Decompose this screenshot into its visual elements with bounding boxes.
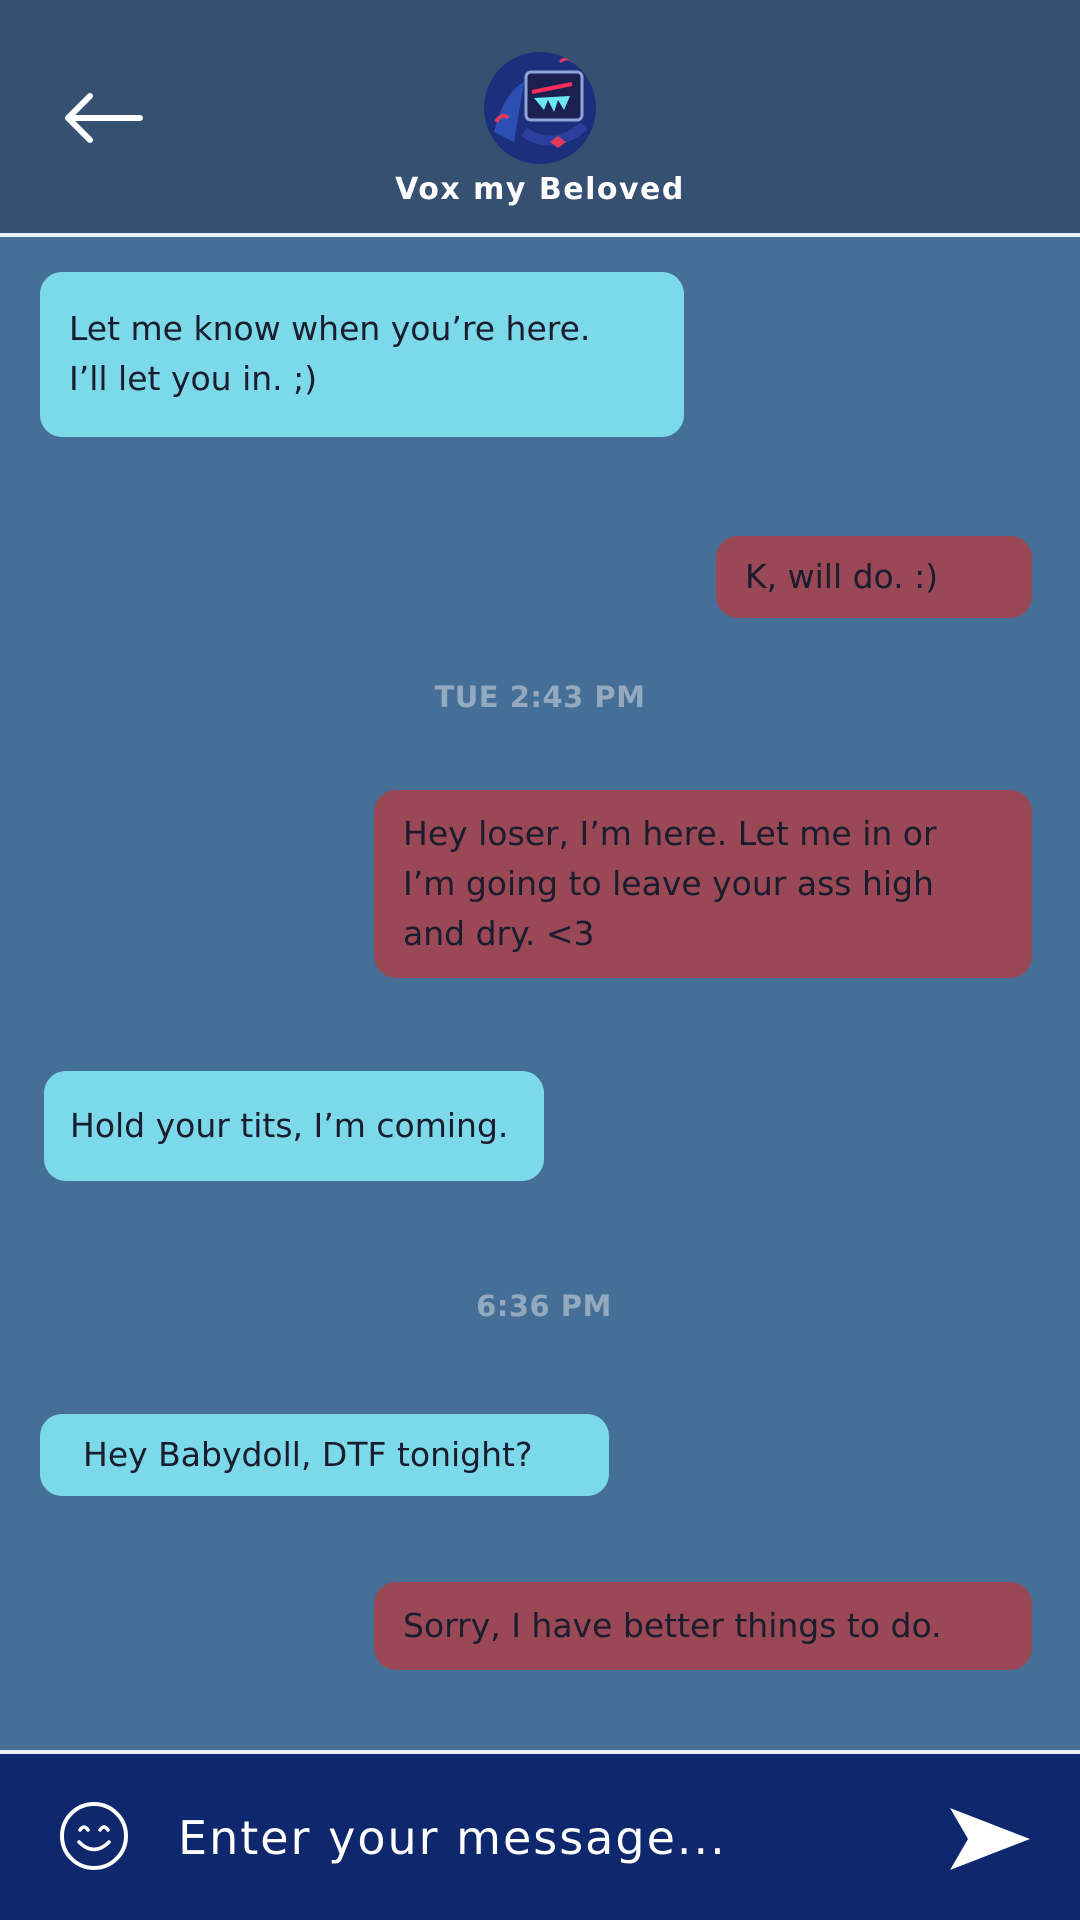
message-line: Let me know when you’re here. [69,309,591,348]
message-line: and dry. <3 [403,914,595,953]
message-bubble-incoming[interactable]: Hey Babydoll, DTF tonight? [40,1414,609,1496]
arrow-left-icon [65,93,143,143]
message-composer [0,1754,1080,1920]
message-line: Hey loser, I’m here. Let me in or [403,814,937,853]
send-arrow-icon [950,1808,1030,1870]
message-bubble-outgoing[interactable]: Sorry, I have better things to do. [374,1582,1032,1670]
message-bubble-incoming[interactable]: Let me know when you’re here. I’ll let y… [40,272,684,437]
message-line: K, will do. :) [745,557,939,596]
back-button[interactable] [60,90,150,146]
send-button[interactable] [948,1806,1032,1872]
message-bubble-outgoing[interactable]: K, will do. :) [716,536,1032,618]
message-line: Hey Babydoll, DTF tonight? [83,1435,533,1474]
timestamp: 6:36 PM [476,1289,612,1323]
contact-name: Vox my Beloved [395,172,685,207]
contact-avatar[interactable] [484,52,596,164]
message-line: I’m going to leave your ass high [403,864,934,903]
message-bubble-incoming[interactable]: Hold your tits, I’m coming. [44,1071,544,1181]
header-divider [0,233,1080,237]
message-bubble-outgoing[interactable]: Hey loser, I’m here. Let me in or I’m go… [374,790,1032,978]
message-line: Sorry, I have better things to do. [403,1606,942,1645]
message-line: I’ll let you in. ;) [69,359,318,398]
message-input[interactable] [176,1794,900,1882]
smiley-face-icon [60,1802,128,1870]
timestamp: TUE 2:43 PM [434,680,646,714]
avatar-image [484,52,596,164]
message-line: Hold your tits, I’m coming. [70,1106,509,1145]
emoji-button[interactable] [58,1800,130,1872]
chat-header: Vox my Beloved [0,0,1080,233]
